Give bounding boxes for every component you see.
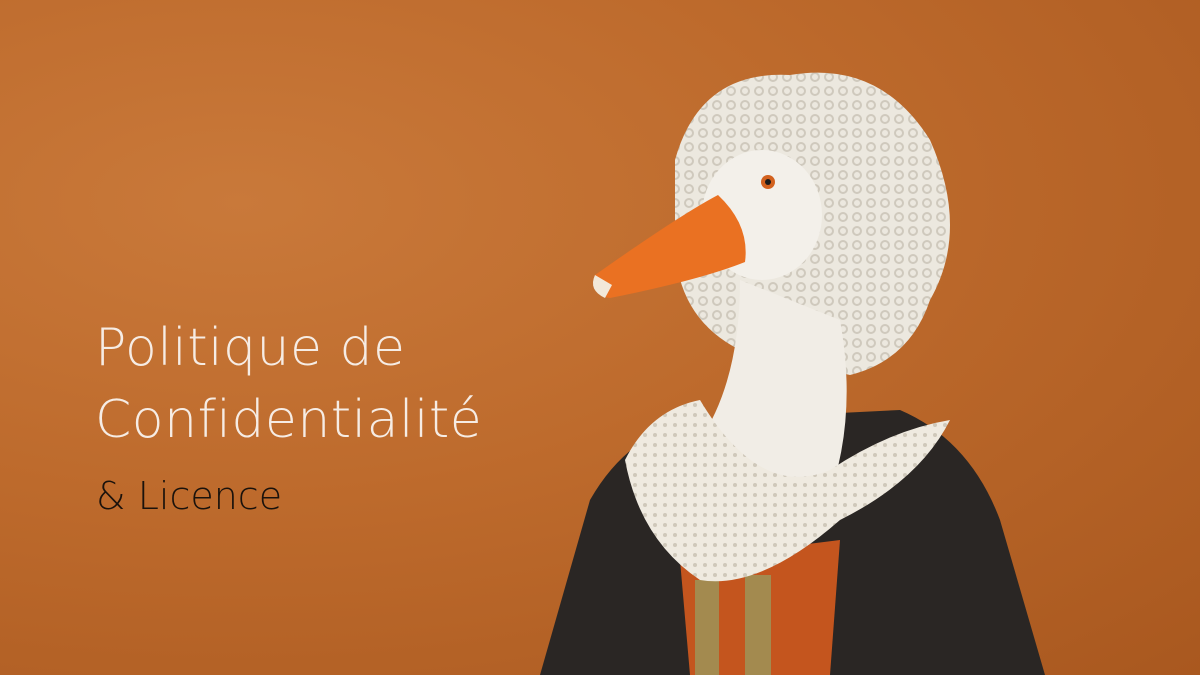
- title-line-2: Confidentialité: [95, 390, 483, 450]
- gold-trim: [695, 580, 719, 675]
- title-line-1: Politique de: [95, 318, 406, 378]
- page-title: Politique de Confidentialité: [95, 312, 482, 456]
- goose-in-wig-illustration: [540, 72, 1045, 675]
- page-subtitle: & Licence: [96, 474, 283, 518]
